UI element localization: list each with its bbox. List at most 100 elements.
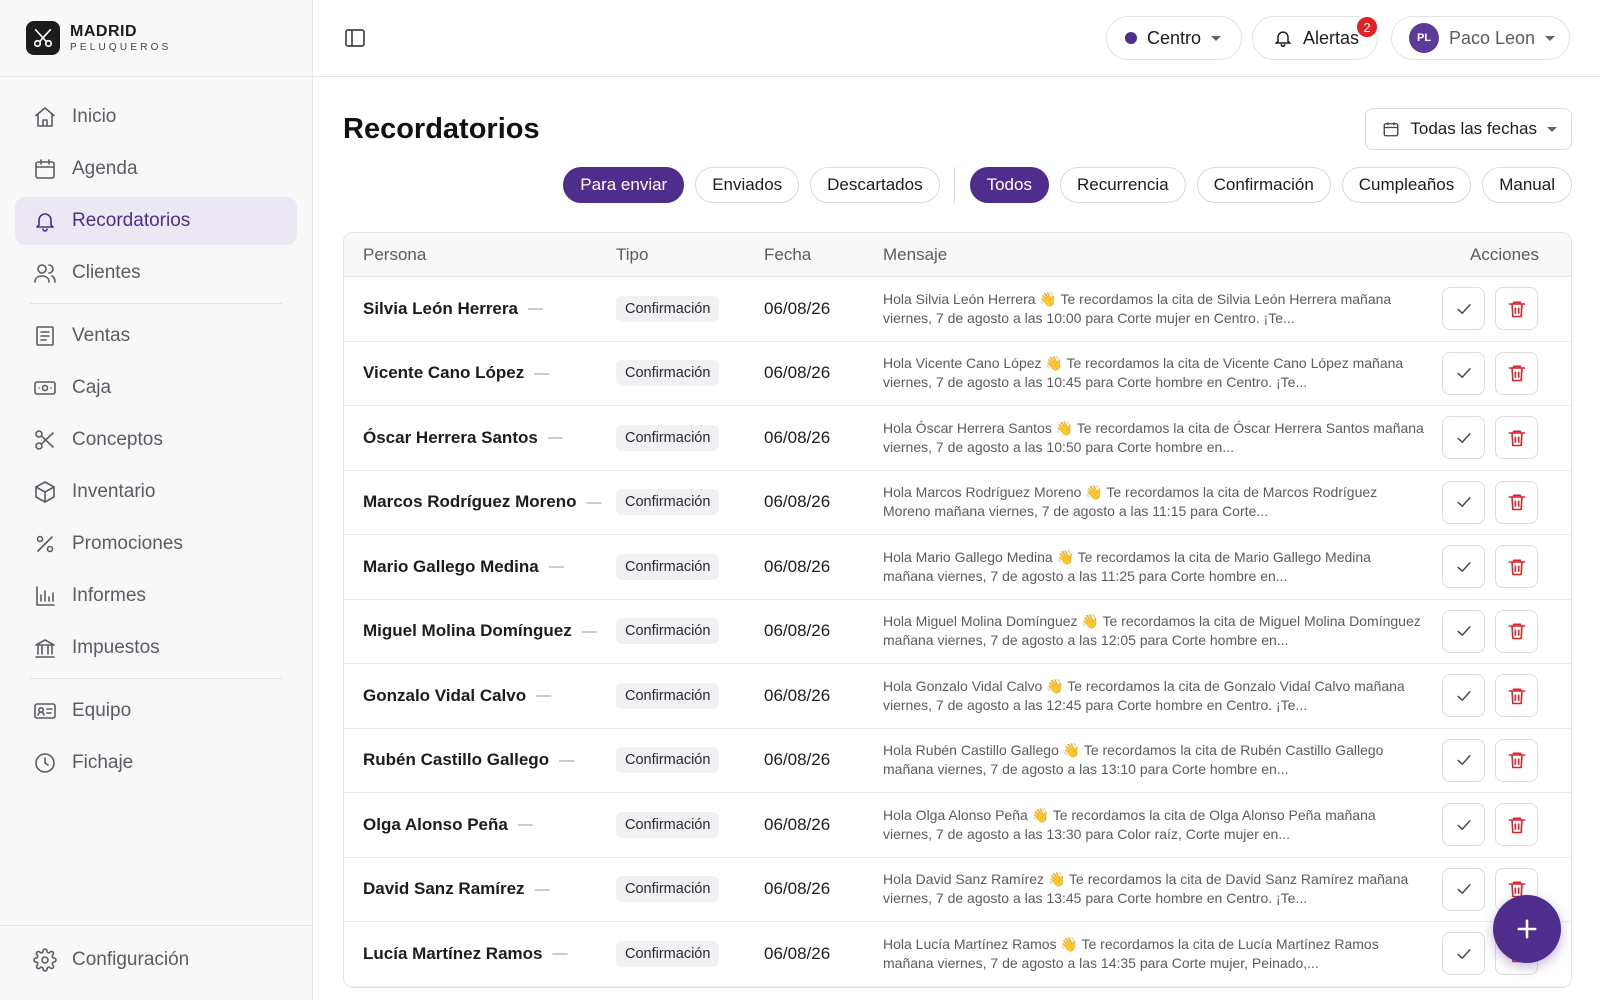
delete-button[interactable] (1495, 609, 1538, 653)
sidebar-item-caja[interactable]: Caja (15, 364, 297, 412)
gear-icon (32, 947, 58, 973)
sidebar-item-inicio[interactable]: Inicio (15, 93, 297, 141)
sidebar-item-label: Impuestos (72, 637, 160, 658)
delete-button[interactable] (1495, 674, 1538, 718)
sidebar-item-fichaje[interactable]: Fichaje (15, 739, 297, 787)
mensaje-cell: Hola Olga Alonso Peña 👋 Te recordamos la… (883, 806, 1442, 844)
percent-icon (32, 531, 58, 557)
tipo-tag: Confirmación (616, 747, 720, 774)
confirm-button[interactable] (1442, 867, 1485, 911)
persona-name[interactable]: Vicente Cano López (363, 363, 524, 383)
dash-icon: — (517, 816, 533, 834)
persona-name[interactable]: Rubén Castillo Gallego (363, 750, 549, 770)
delete-button[interactable] (1495, 480, 1538, 524)
persona-name[interactable]: Óscar Herrera Santos (363, 428, 538, 448)
filter-chips: Para enviar Enviados Descartados Todos R… (552, 167, 1572, 203)
home-icon (32, 104, 58, 130)
alerts-count-badge: 2 (1355, 15, 1379, 39)
persona-name[interactable]: Lucía Martínez Ramos (363, 944, 543, 964)
alerts-button[interactable]: Alertas 2 (1252, 15, 1379, 60)
users-icon (32, 260, 58, 286)
dash-icon: — (547, 429, 563, 447)
sidebar-item-informes[interactable]: Informes (15, 572, 297, 620)
confirm-button[interactable] (1442, 803, 1485, 847)
fecha-cell: 06/08/26 (764, 363, 883, 383)
persona-name[interactable]: Silvia León Herrera (363, 299, 518, 319)
filter-todos[interactable]: Todos (969, 167, 1049, 203)
filter-cumpleanos[interactable]: Cumpleaños (1341, 167, 1472, 203)
check-icon (1456, 497, 1471, 508)
sidebar-item-equipo[interactable]: Equipo (15, 687, 297, 735)
persona-name[interactable]: Miguel Molina Domínguez (363, 621, 572, 641)
fecha-cell: 06/08/26 (764, 299, 883, 319)
sidebar-footer: Configuración (0, 925, 312, 1000)
delete-button[interactable] (1495, 287, 1538, 331)
trash-icon (1508, 301, 1525, 318)
confirm-button[interactable] (1442, 416, 1485, 460)
sidebar-item-configuracion[interactable]: Configuración (15, 936, 297, 984)
delete-button[interactable] (1495, 416, 1538, 460)
filter-para-enviar[interactable]: Para enviar (563, 167, 685, 203)
mensaje-text: Hola David Sanz Ramírez 👋 Te recordamos … (883, 871, 1409, 907)
confirm-button[interactable] (1442, 738, 1485, 782)
sidebar-toggle-button[interactable] (343, 26, 369, 52)
mensaje-text: Hola Silvia León Herrera 👋 Te recordamos… (883, 290, 1392, 326)
location-selector[interactable]: Centro (1106, 16, 1242, 60)
fecha-cell: 06/08/26 (764, 621, 883, 641)
sidebar-item-label: Inventario (72, 481, 156, 502)
add-reminder-button[interactable] (1493, 895, 1561, 963)
persona-name[interactable]: Olga Alonso Peña (363, 815, 508, 835)
mensaje-cell: Hola David Sanz Ramírez 👋 Te recordamos … (883, 870, 1442, 908)
topbar: Centro Alertas 2 PL Paco Leon (313, 0, 1600, 77)
user-menu[interactable]: PL Paco Leon (1391, 16, 1570, 60)
sidebar-item-clientes[interactable]: Clientes (15, 249, 297, 297)
sidebar-item-impuestos[interactable]: Impuestos (15, 624, 297, 672)
table-row: Óscar Herrera Santos — Confirmación 06/0… (344, 406, 1571, 471)
fecha-value: 06/08/26 (764, 943, 831, 963)
confirm-button[interactable] (1442, 480, 1485, 524)
delete-button[interactable] (1495, 351, 1538, 395)
column-header-persona: Persona (363, 244, 427, 264)
filter-enviados[interactable]: Enviados (695, 167, 800, 203)
mensaje-cell: Hola Marcos Rodríguez Moreno 👋 Te record… (883, 483, 1442, 521)
fecha-cell: 06/08/26 (764, 492, 883, 512)
bank-icon (32, 635, 58, 661)
check-icon (1456, 819, 1471, 830)
sidebar-item-ventas[interactable]: Ventas (15, 312, 297, 360)
dash-icon: — (559, 751, 575, 769)
confirm-button[interactable] (1442, 609, 1485, 653)
sidebar-item-conceptos[interactable]: Conceptos (15, 416, 297, 464)
filter-manual[interactable]: Manual (1482, 167, 1572, 203)
acciones-cell (1442, 738, 1571, 782)
table-row: Silvia León Herrera — Confirmación 06/08… (344, 277, 1571, 342)
table-row: Marcos Rodríguez Moreno — Confirmación 0… (344, 471, 1571, 535)
confirm-button[interactable] (1442, 674, 1485, 718)
sidebar-item-recordatorios[interactable]: Recordatorios (15, 197, 297, 245)
delete-button[interactable] (1495, 803, 1538, 847)
persona-name[interactable]: David Sanz Ramírez (363, 879, 525, 899)
brand[interactable]: MADRID PELUQUEROS (0, 0, 312, 77)
acciones-cell (1442, 480, 1571, 524)
confirm-button[interactable] (1442, 287, 1485, 331)
filter-descartados[interactable]: Descartados (810, 167, 940, 203)
filter-confirmacion[interactable]: Confirmación (1196, 167, 1331, 203)
page-title: Recordatorios (343, 113, 540, 145)
confirm-button[interactable] (1442, 932, 1485, 976)
fecha-value: 06/08/26 (764, 363, 831, 383)
sidebar-item-inventario[interactable]: Inventario (15, 468, 297, 516)
bell-icon (1274, 31, 1292, 48)
delete-button[interactable] (1495, 545, 1538, 589)
filter-recurrencia[interactable]: Recurrencia (1059, 167, 1186, 203)
delete-button[interactable] (1495, 738, 1538, 782)
confirm-button[interactable] (1442, 351, 1485, 395)
sidebar-item-label: Informes (72, 585, 146, 606)
persona-cell: Óscar Herrera Santos — (344, 428, 616, 448)
sidebar-item-agenda[interactable]: Agenda (15, 145, 297, 193)
sidebar-item-promociones[interactable]: Promociones (15, 520, 297, 568)
confirm-button[interactable] (1442, 545, 1485, 589)
date-filter-dropdown[interactable]: Todas las fechas (1365, 108, 1572, 150)
persona-name[interactable]: Mario Gallego Medina (363, 557, 539, 577)
chevron-down-icon (1547, 126, 1557, 132)
persona-name[interactable]: Marcos Rodríguez Moreno (363, 492, 576, 512)
persona-name[interactable]: Gonzalo Vidal Calvo (363, 686, 526, 706)
